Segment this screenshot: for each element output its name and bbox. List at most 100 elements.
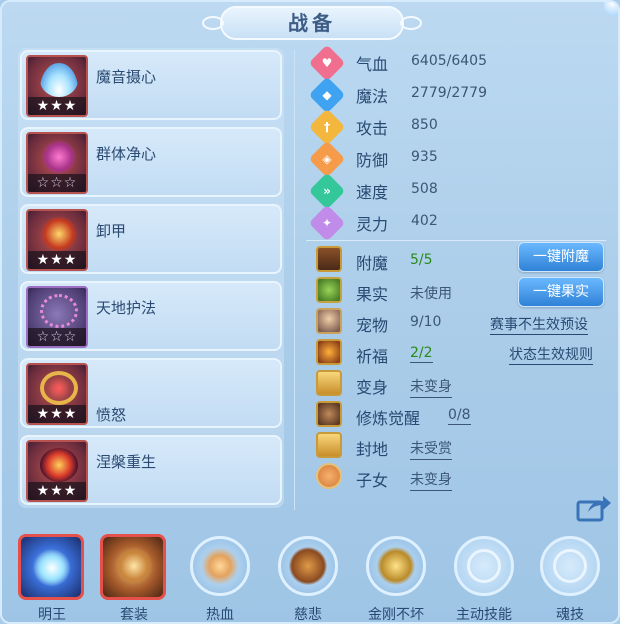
- jingang-icon: [366, 536, 426, 596]
- title-swirl-left-icon: [202, 16, 224, 30]
- stat-value: 850: [411, 117, 438, 133]
- skill-card[interactable]: ☆☆☆ 天地护法: [20, 281, 282, 351]
- stat-row-hp: ♥ 气血 6405/6405: [300, 44, 618, 82]
- fan-skill-icon: ★★★: [26, 55, 88, 117]
- bottom-tab-bar: 明王 套装 热血 慈悲 金刚不坏 主动技能 魂技: [2, 532, 618, 623]
- fruit-value: 未使用: [410, 286, 452, 302]
- event-preset-link[interactable]: 赛事不生效预设: [490, 314, 588, 335]
- skill-stars: ☆☆☆: [28, 328, 86, 346]
- mingwang-icon: [18, 534, 84, 600]
- skill-name: 涅槃重生: [96, 453, 157, 471]
- stat-value: 508: [411, 181, 438, 197]
- locked-slot-icon: [540, 536, 600, 596]
- mana-icon: ◆: [308, 76, 346, 114]
- stat-label: 攻击: [356, 119, 389, 138]
- fief-value[interactable]: 未受赏: [410, 438, 452, 460]
- guardian-skill-icon: ☆☆☆: [26, 286, 88, 348]
- stat-row-attack: † 攻击 850: [300, 108, 618, 146]
- child-value[interactable]: 未变身: [410, 469, 452, 491]
- fief-row: 封地 未受赏: [314, 432, 614, 460]
- tab-label: 慈悲: [294, 607, 322, 623]
- child-row: 子女 未变身: [314, 463, 614, 491]
- tab-label: 魂技: [556, 607, 584, 623]
- pet-avatar-icon[interactable]: [316, 308, 342, 334]
- tab-soul-skill[interactable]: 魂技: [532, 532, 608, 623]
- tab-label: 金刚不坏: [368, 607, 424, 623]
- tab-suit[interactable]: 套装: [96, 532, 172, 623]
- status-rules-link[interactable]: 状态生效规则: [509, 344, 593, 365]
- skill-name: 群体净心: [96, 145, 157, 163]
- enchant-icon[interactable]: [316, 246, 342, 272]
- stat-label: 灵力: [356, 215, 389, 234]
- fruit-label: 果实: [356, 285, 389, 304]
- one-click-fruit-button[interactable]: 一键果实: [518, 277, 604, 307]
- stat-row-mp: ◆ 魔法 2779/2779: [300, 76, 618, 114]
- transform-row: 变身 未变身: [314, 370, 614, 398]
- tab-mingwang[interactable]: 明王: [14, 532, 90, 622]
- blessing-label: 祈福: [356, 347, 389, 366]
- fief-scroll-icon[interactable]: [316, 432, 342, 458]
- blessing-value[interactable]: 2/2: [410, 345, 433, 363]
- column-divider: [294, 50, 295, 510]
- skill-stars: ★★★: [28, 251, 86, 269]
- awaken-label: 修炼觉醒: [356, 409, 421, 428]
- tab-active-skill[interactable]: 主动技能: [446, 532, 522, 623]
- one-click-enchant-button[interactable]: 一键附魔: [518, 242, 604, 272]
- tab-jingang[interactable]: 金刚不坏: [358, 532, 434, 623]
- corner-orb-icon: [604, 2, 618, 16]
- child-icon[interactable]: [316, 463, 342, 489]
- transform-value[interactable]: 未变身: [410, 376, 452, 398]
- skill-stars: ★★★: [28, 482, 86, 500]
- transform-label: 变身: [356, 378, 389, 397]
- stat-value: 935: [411, 149, 438, 165]
- blessing-icon[interactable]: [316, 339, 342, 365]
- skill-card[interactable]: ★★★ 魔音摄心: [20, 50, 282, 120]
- tab-cibei[interactable]: 慈悲: [270, 532, 346, 623]
- heart-icon: ♥: [308, 44, 346, 82]
- stat-value: 2779/2779: [411, 85, 487, 101]
- stat-label: 气血: [356, 55, 389, 74]
- skill-card[interactable]: ★★★ 涅槃重生: [20, 435, 282, 505]
- child-label: 子女: [356, 471, 389, 490]
- skill-card[interactable]: ★★★ 卸甲: [20, 204, 282, 274]
- awaken-icon[interactable]: [316, 401, 342, 427]
- stat-value: 6405/6405: [411, 53, 487, 69]
- panel-title-text: 战备: [288, 11, 336, 35]
- rebirth-skill-icon: ★★★: [26, 440, 88, 502]
- stat-label: 防御: [356, 151, 389, 170]
- tab-label: 套装: [120, 607, 148, 623]
- transform-icon[interactable]: [316, 370, 342, 396]
- skill-name: 魔音摄心: [96, 68, 157, 86]
- tab-rexue[interactable]: 热血: [182, 532, 258, 623]
- rexue-icon: [190, 536, 250, 596]
- purify-skill-icon: ☆☆☆: [26, 132, 88, 194]
- skill-stars: ★★★: [28, 97, 86, 115]
- fief-label: 封地: [356, 440, 389, 459]
- skill-card[interactable]: ★★★ 愤怒: [20, 358, 282, 428]
- skill-name: 愤怒: [96, 406, 127, 424]
- spirit-icon: ✦: [308, 204, 346, 242]
- battle-prep-panel: 战备 ★★★ 魔音摄心 ☆☆☆ 群体净心 ★★★ 卸甲 ☆☆☆ 天地护法 ★★★…: [0, 0, 620, 624]
- suit-icon: [100, 534, 166, 600]
- stat-row-spirit: ✦ 灵力 402: [300, 204, 618, 242]
- stat-label: 速度: [356, 183, 389, 202]
- armor-break-skill-icon: ★★★: [26, 209, 88, 271]
- tab-label: 主动技能: [456, 607, 512, 623]
- shield-icon: ◈: [308, 140, 346, 178]
- stat-value: 402: [411, 213, 438, 229]
- stat-label: 魔法: [356, 87, 389, 106]
- skill-list: ★★★ 魔音摄心 ☆☆☆ 群体净心 ★★★ 卸甲 ☆☆☆ 天地护法 ★★★ 愤怒…: [18, 48, 284, 508]
- tab-label: 热血: [206, 607, 234, 623]
- fruit-icon[interactable]: [316, 277, 342, 303]
- awaken-row: 修炼觉醒 0/8: [314, 401, 614, 429]
- pet-value: 9/10: [410, 314, 442, 330]
- skill-card[interactable]: ☆☆☆ 群体净心: [20, 127, 282, 197]
- share-icon[interactable]: [576, 494, 612, 522]
- enchant-value: 5/5: [410, 252, 433, 268]
- panel-title: 战备: [202, 6, 422, 40]
- awaken-value[interactable]: 0/8: [448, 407, 471, 425]
- stats-divider: [306, 240, 606, 241]
- title-swirl-right-icon: [400, 16, 422, 30]
- sword-icon: †: [308, 108, 346, 146]
- speed-icon: »: [308, 172, 346, 210]
